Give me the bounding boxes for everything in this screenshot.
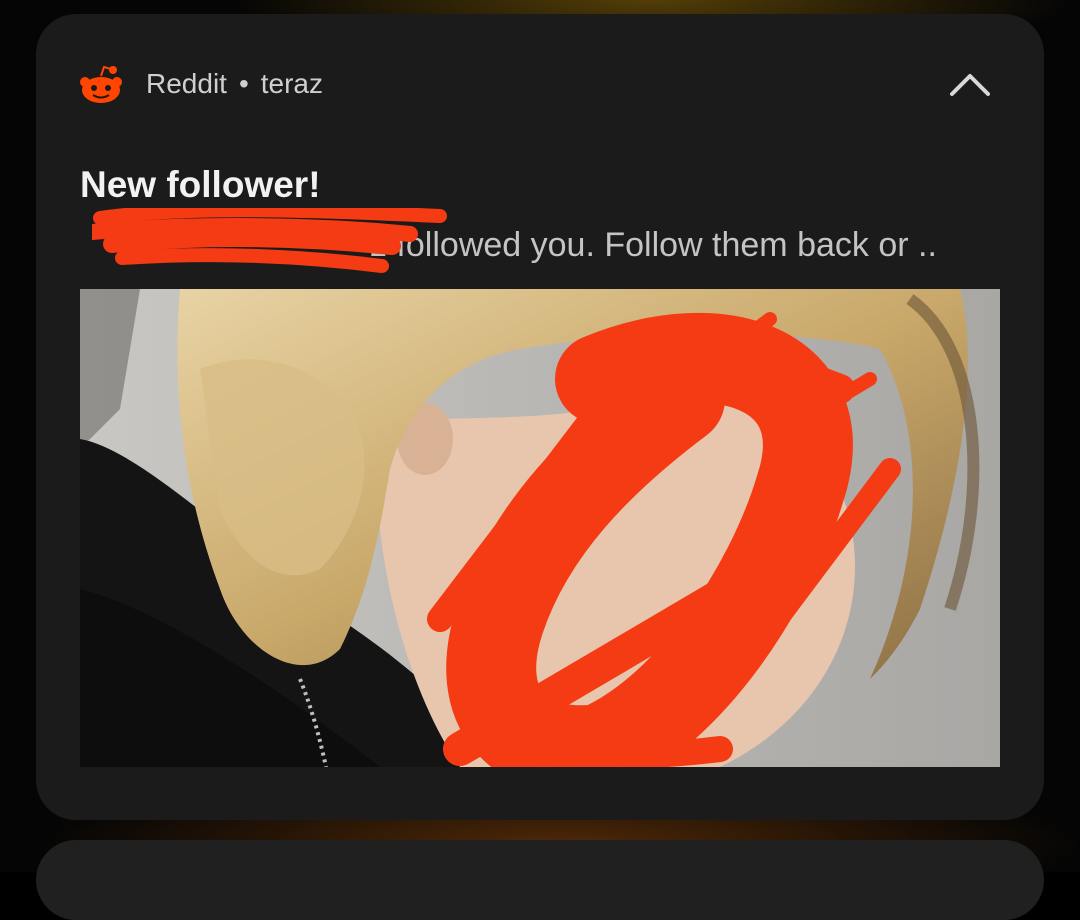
notification-image[interactable]: [80, 289, 1000, 767]
notification-card[interactable]: Reddit • teraz New follower! z followed …: [36, 14, 1044, 820]
redacted-username-scribble: [92, 208, 447, 273]
app-name: Reddit: [146, 68, 227, 99]
notification-body-text: z followed you. Follow them back or ..: [370, 226, 937, 264]
notification-body: z followed you. Follow them back or ..: [80, 208, 980, 273]
chevron-up-icon[interactable]: [948, 66, 992, 102]
notification-header: Reddit • teraz: [78, 64, 323, 104]
reddit-snoo-icon: [80, 65, 122, 103]
header-separator: •: [238, 68, 249, 99]
notification-title: New follower!: [80, 164, 321, 205]
next-notification-card[interactable]: [36, 840, 1044, 920]
notification-time: teraz: [260, 68, 323, 99]
profile-photo: [80, 289, 1000, 767]
